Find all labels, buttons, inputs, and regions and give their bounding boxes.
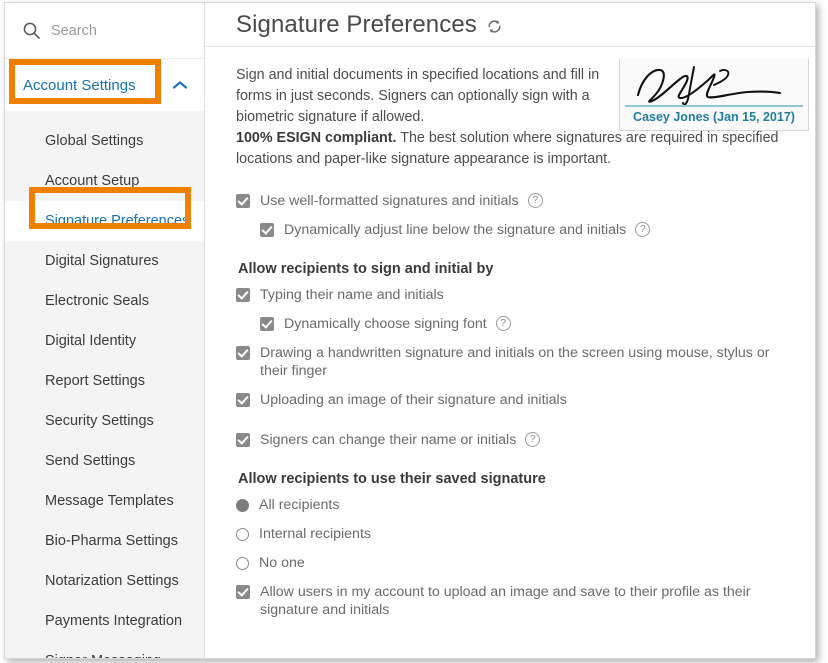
sidebar-item-electronic-seals[interactable]: Electronic Seals [5,281,204,321]
intro-paragraph: Sign and initial documents in specified … [236,67,600,125]
app-window: Search Account Settings Global Settings … [4,2,816,659]
sidebar-item-label: Bio-Pharma Settings [45,533,178,549]
option-label: Drawing a handwritten signature and init… [260,345,770,379]
sidebar-item-label: Report Settings [45,373,145,389]
sidebar-item-label: Signature Preferences [45,213,190,229]
sidebar-item-label: Send Settings [45,453,136,469]
sidebar-item-bio-pharma-settings[interactable]: Bio-Pharma Settings [5,521,204,561]
checkbox-icon[interactable] [236,433,250,447]
sidebar-item-digital-signatures[interactable]: Digital Signatures [5,241,204,281]
sidebar-group-account-settings[interactable]: Account Settings [5,59,204,111]
option-dynamically-choose-font[interactable]: Dynamically choose signing font ? [236,315,799,333]
checkbox-icon[interactable] [236,194,250,208]
section-title-sign-methods: Allow recipients to sign and initial by [238,261,494,277]
sign-methods-group: Allow recipients to sign and initial by … [236,261,799,409]
refresh-icon[interactable] [486,18,503,35]
option-label: All recipients [259,497,340,513]
compliance-bold-text: 100% ESIGN compliant. [236,130,397,146]
help-icon[interactable]: ? [527,193,543,208]
checkbox-icon[interactable] [236,393,250,407]
top-options-group: Use well-formatted signatures and initia… [236,192,799,239]
sidebar-item-report-settings[interactable]: Report Settings [5,361,204,401]
option-dynamically-adjust-line[interactable]: Dynamically adjust line below the signat… [236,221,799,239]
help-icon[interactable]: ? [495,316,511,331]
page-header: Signature Preferences [206,3,815,47]
handwritten-signature-icon [636,66,782,106]
signature-preview-card: Casey Jones (Jan 15, 2017) [619,59,809,131]
option-label: Use well-formatted signatures and initia… [260,193,519,209]
search-input[interactable]: Search [5,3,204,59]
option-typing-name-initials[interactable]: Typing their name and initials [236,286,799,304]
option-signers-change-name[interactable]: Signers can change their name or initial… [236,431,799,449]
radio-icon-selected[interactable] [236,499,249,512]
settings-content: Casey Jones (Jan 15, 2017) Sign and init… [206,47,815,619]
option-label: Signers can change their name or initial… [260,432,517,448]
sidebar-item-label: Security Settings [45,413,154,429]
search-placeholder-text: Search [51,22,97,39]
option-label: Typing their name and initials [260,287,444,303]
sidebar-item-send-settings[interactable]: Send Settings [5,441,204,481]
sidebar-item-signer-messaging[interactable]: Signer Messaging [5,641,204,658]
sidebar-item-label: Signer Messaging [45,653,161,658]
option-label: Dynamically adjust line below the signat… [284,222,627,238]
checkbox-icon[interactable] [236,288,250,302]
screenshot-root: Search Account Settings Global Settings … [0,0,828,663]
option-label: No one [259,555,305,571]
sidebar-item-digital-identity[interactable]: Digital Identity [5,321,204,361]
sidebar-item-label: Global Settings [45,133,144,149]
option-uploading-image[interactable]: Uploading an image of their signature an… [236,391,799,409]
compliance-paragraph: 100% ESIGN compliant. The best solution … [236,128,814,170]
sidebar-nav-list: Global Settings Account Setup Signature … [5,111,204,658]
checkbox-icon[interactable] [236,346,250,360]
sidebar-item-label: Digital Identity [45,333,137,349]
signature-drawing [620,59,808,107]
option-label: Internal recipients [259,526,371,542]
change-name-group: Signers can change their name or initial… [236,431,799,449]
sidebar-item-security-settings[interactable]: Security Settings [5,401,204,441]
option-use-well-formatted-signatures[interactable]: Use well-formatted signatures and initia… [236,192,799,210]
sidebar-item-label: Digital Signatures [45,253,159,269]
sidebar-item-label: Payments Integration [45,613,183,629]
sidebar-item-label: Electronic Seals [45,293,149,309]
checkbox-icon[interactable] [260,223,274,237]
main-content: Signature Preferences Casey Jones (Jan 1… [206,3,815,658]
option-label: Dynamically choose signing font [284,316,487,332]
checkbox-icon[interactable] [260,317,274,331]
help-icon[interactable]: ? [525,432,541,447]
checkbox-icon[interactable] [236,585,250,599]
option-allow-users-upload-image[interactable]: Allow users in my account to upload an i… [236,583,799,619]
sidebar-item-message-templates[interactable]: Message Templates [5,481,204,521]
help-icon[interactable]: ? [635,222,651,237]
expanded-group-pointer [183,101,205,110]
radio-icon[interactable] [236,528,249,541]
option-label: Uploading an image of their signature an… [260,392,567,408]
signature-baseline [625,105,803,107]
sidebar-item-signature-preferences[interactable]: Signature Preferences [5,201,204,241]
page-title: Signature Preferences [236,10,477,38]
sidebar-item-account-setup[interactable]: Account Setup [5,161,204,201]
option-label: Allow users in my account to upload an i… [260,584,751,618]
radio-option-all-recipients[interactable]: All recipients [236,496,799,514]
sidebar-item-label: Message Templates [45,493,174,509]
signature-name-date: Casey Jones (Jan 15, 2017) [633,110,795,124]
radio-option-internal-recipients[interactable]: Internal recipients [236,525,799,543]
radio-option-no-one[interactable]: No one [236,554,799,572]
sidebar: Search Account Settings Global Settings … [5,3,205,658]
sidebar-item-global-settings[interactable]: Global Settings [5,121,204,161]
sidebar-item-payments-integration[interactable]: Payments Integration [5,601,204,641]
chevron-up-icon[interactable] [172,80,188,90]
section-title-saved-signature: Allow recipients to use their saved sign… [238,471,546,487]
saved-signature-group: Allow recipients to use their saved sign… [236,471,799,619]
sidebar-item-label: Account Setup [45,173,140,189]
sidebar-item-label: Notarization Settings [45,573,179,589]
account-settings-label: Account Settings [23,76,136,94]
option-drawing-handwritten[interactable]: Drawing a handwritten signature and init… [236,344,799,380]
search-icon [23,22,40,39]
radio-icon[interactable] [236,557,249,570]
sidebar-item-notarization-settings[interactable]: Notarization Settings [5,561,204,601]
